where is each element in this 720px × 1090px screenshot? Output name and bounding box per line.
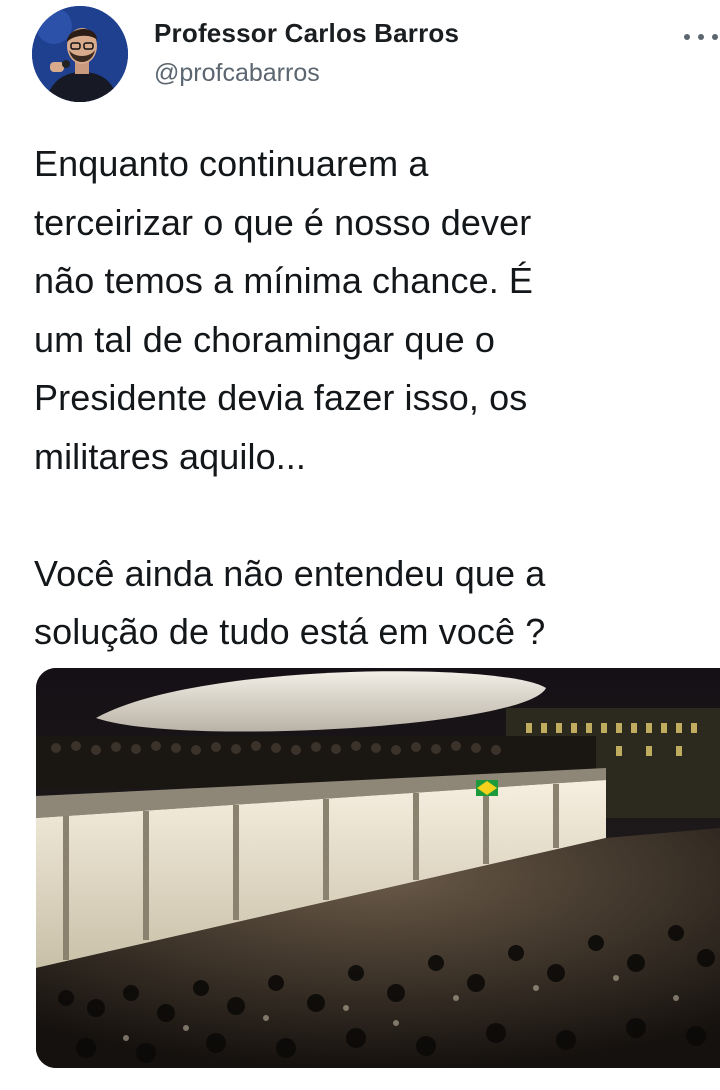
more-options-icon[interactable] <box>684 30 718 44</box>
tweet-card: Professor Carlos Barros @profcabarros En… <box>0 0 720 1090</box>
more-dot <box>684 34 690 40</box>
author-handle[interactable]: @profcabarros <box>154 58 459 88</box>
more-dot <box>712 34 718 40</box>
author-names: Professor Carlos Barros @profcabarros <box>154 18 459 88</box>
tweet-header: Professor Carlos Barros @profcabarros <box>32 6 718 104</box>
tweet-text: Enquanto continuarem a terceirizar o que… <box>34 143 546 652</box>
tweet-media-photo[interactable] <box>36 668 720 1068</box>
author-display-name[interactable]: Professor Carlos Barros <box>154 18 459 48</box>
more-dot <box>698 34 704 40</box>
avatar[interactable] <box>32 6 128 102</box>
